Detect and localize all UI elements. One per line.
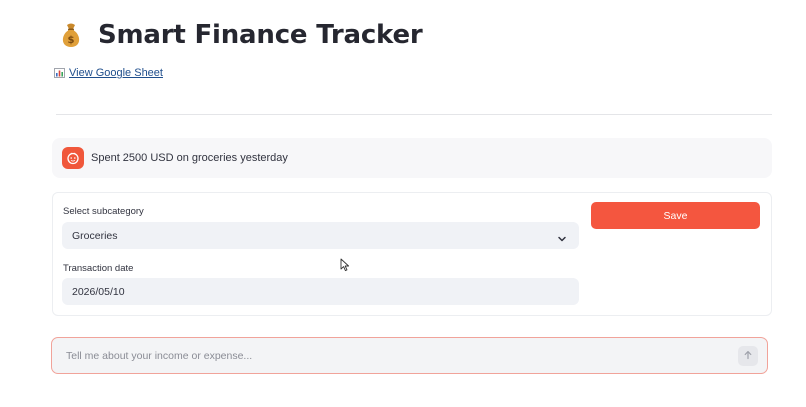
arrow-up-icon bbox=[743, 347, 753, 365]
transaction-date-value: 2026/05/10 bbox=[72, 285, 125, 298]
transaction-form: Select subcategory Groceries Transaction… bbox=[52, 192, 772, 316]
transaction-date-label: Transaction date bbox=[63, 263, 134, 274]
mouse-pointer-icon bbox=[340, 258, 350, 272]
subcategory-select[interactable]: Groceries bbox=[62, 222, 579, 249]
google-sheet-link-row: View Google Sheet bbox=[54, 67, 163, 79]
chat-input[interactable] bbox=[66, 349, 738, 362]
subcategory-label: Select subcategory bbox=[63, 206, 144, 217]
chevron-down-icon bbox=[557, 231, 567, 241]
save-button[interactable]: Save bbox=[591, 202, 760, 229]
user-avatar-icon bbox=[62, 147, 84, 169]
svg-text:$: $ bbox=[68, 35, 75, 46]
header-divider bbox=[56, 114, 772, 115]
title-row: $ Smart Finance Tracker bbox=[56, 20, 423, 50]
send-button[interactable] bbox=[738, 345, 758, 366]
view-google-sheet-link[interactable]: View Google Sheet bbox=[69, 67, 163, 79]
page-title: Smart Finance Tracker bbox=[98, 20, 423, 50]
bar-chart-icon bbox=[54, 68, 65, 78]
user-chat-message: Spent 2500 USD on groceries yesterday bbox=[52, 138, 772, 178]
transaction-date-input[interactable]: 2026/05/10 bbox=[62, 278, 579, 305]
money-bag-icon: $ bbox=[56, 20, 86, 50]
app-page: $ Smart Finance Tracker View Google Shee… bbox=[0, 0, 806, 407]
chat-message-text: Spent 2500 USD on groceries yesterday bbox=[91, 152, 288, 164]
chat-input-box bbox=[51, 337, 768, 374]
subcategory-selected-value: Groceries bbox=[72, 229, 118, 242]
